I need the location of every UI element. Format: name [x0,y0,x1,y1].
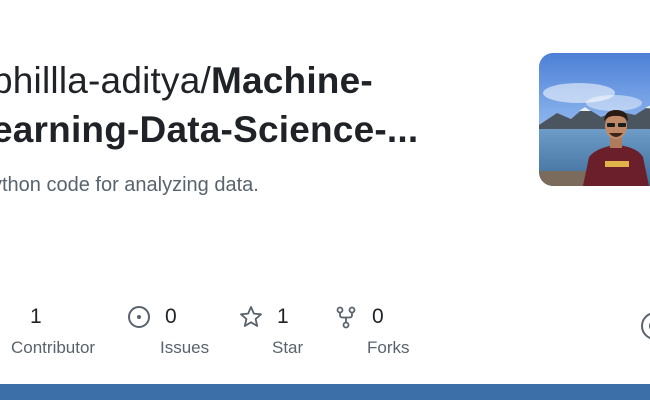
stat-issues[interactable]: 0 Issues [127,302,209,358]
repo-title-line1: phillla-aditya/Machine- [0,56,418,105]
forks-count: 0 [372,305,384,328]
github-logo-icon [640,311,650,341]
stat-forks[interactable]: 0 Forks [334,302,410,358]
repo-name-line2[interactable]: earning-Data-Science-... [0,109,418,150]
repo-description: ython code for analyzing data. [0,174,259,196]
issues-count: 0 [165,305,177,328]
repo-name-line1[interactable]: Machine- [211,60,373,101]
stat-stars[interactable]: 1 Star [239,302,303,358]
fork-icon [334,305,358,329]
star-icon [239,305,263,329]
issues-label: Issues [160,338,210,357]
contributors-count: 1 [30,305,42,328]
owner-avatar [539,53,650,186]
bottom-accent-bar [0,384,650,400]
contributors-label: Contributor [11,338,96,357]
stat-contributors[interactable]: 1 Contributor [0,302,95,358]
stars-count: 1 [277,305,289,328]
repo-title: phillla-aditya/Machine- earning-Data-Sci… [0,56,418,154]
stars-label: Star [272,338,304,357]
people-icon [0,305,16,329]
issue-icon [127,305,151,329]
forks-label: Forks [367,338,410,357]
repo-separator: / [200,60,211,101]
repo-owner[interactable]: phillla-aditya [0,60,200,101]
repo-title-line2: earning-Data-Science-... [0,105,418,154]
